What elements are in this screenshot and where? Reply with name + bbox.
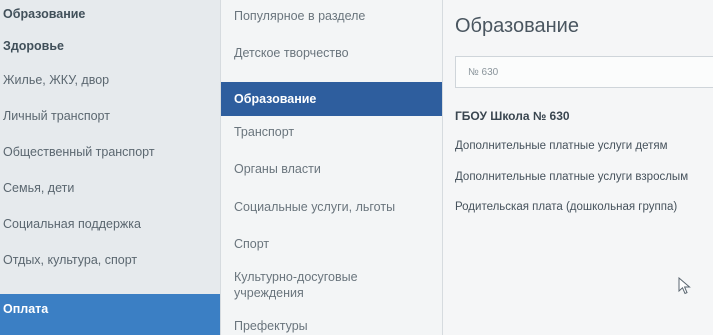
category-item-social-support[interactable]: Социальная поддержка xyxy=(0,209,220,239)
content-panel: Образование ГБОУ Школа № 630 Дополнитель… xyxy=(442,0,713,335)
category-item-payment[interactable]: Оплата xyxy=(0,294,220,335)
subcategory-item-prefectures[interactable]: Префектуры xyxy=(221,318,442,334)
category-item-education[interactable]: Образование xyxy=(0,0,220,29)
subcategory-item-sport[interactable]: Спорт xyxy=(221,236,442,252)
subcategory-item-children-creativity[interactable]: Детское творчество xyxy=(221,45,442,61)
subcategory-item-social-services[interactable]: Социальные услуги, льготы xyxy=(221,199,442,215)
category-item-private-transport[interactable]: Личный транспорт xyxy=(0,101,220,131)
category-item-housing[interactable]: Жилье, ЖКУ, двор xyxy=(0,65,220,95)
category-item-public-transport[interactable]: Общественный транспорт xyxy=(0,137,220,167)
service-link-parental-fee[interactable]: Родительская плата (дошкольная группа) xyxy=(455,201,677,213)
category-item-family[interactable]: Семья, дети xyxy=(0,173,220,203)
search-input[interactable] xyxy=(455,56,713,88)
category-item-health[interactable]: Здоровье xyxy=(0,31,220,61)
payment-screen: Образование Здоровье Жилье, ЖКУ, двор Ли… xyxy=(0,0,713,335)
subcategory-list: Популярное в разделе Детское творчество … xyxy=(220,0,442,335)
category-item-leisure[interactable]: Отдых, культура, спорт xyxy=(0,245,220,275)
mouse-cursor-icon xyxy=(678,277,691,295)
subcategory-item-culture[interactable]: Культурно-досуговые учреждения xyxy=(221,269,411,301)
category-list: Образование Здоровье Жилье, ЖКУ, двор Ли… xyxy=(0,0,220,335)
school-name: ГБОУ Школа № 630 xyxy=(455,109,570,123)
service-link-adults-paid[interactable]: Дополнительные платные услуги взрослым xyxy=(455,171,688,183)
subcategory-item-education[interactable]: Образование xyxy=(221,82,442,116)
service-link-children-paid[interactable]: Дополнительные платные услуги детям xyxy=(455,140,668,152)
page-title: Образование xyxy=(455,15,579,37)
subcategory-item-popular[interactable]: Популярное в разделе xyxy=(221,8,442,24)
subcategory-item-transport[interactable]: Транспорт xyxy=(221,124,442,140)
subcategory-item-authorities[interactable]: Органы власти xyxy=(221,161,442,177)
